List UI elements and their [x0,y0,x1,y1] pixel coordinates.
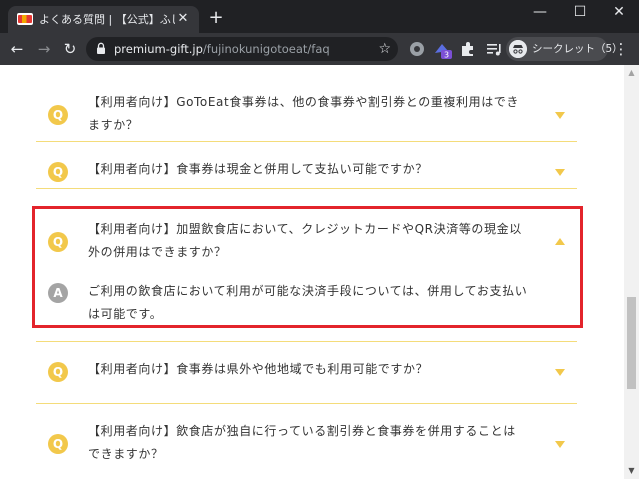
maximize-button[interactable]: ☐ [560,0,600,26]
q-badge: Q [48,362,68,382]
reload-button[interactable]: ↻ [60,39,80,59]
url-host: premium-gift.jp [114,42,203,56]
chevron-down-icon[interactable] [555,112,565,119]
faq-question: 【利用者向け】食事券は県外や他地域でも利用可能ですか？ [88,362,429,376]
faq-question: 【利用者向け】飲食店が独自に行っている割引券と食事券を併用することはできますか？ [88,424,516,461]
browser-menu-button[interactable]: ⋮ [613,39,629,59]
faq-item-expanded[interactable]: Q 【利用者向け】加盟飲食店において、クレジットカードやQR決済等の現金以外の併… [48,218,588,266]
incognito-icon [509,40,527,58]
chevron-down-icon[interactable] [555,169,565,176]
faq-divider [36,141,577,142]
extension-badge-icon[interactable]: 3 [432,39,452,59]
q-badge: Q [48,232,68,252]
url-path: /fujinokunigotoeat/faq [202,42,330,56]
chevron-down-icon[interactable] [555,441,565,448]
forward-button[interactable]: → [34,39,54,59]
faq-question: 【利用者向け】加盟飲食店において、クレジットカードやQR決済等の現金以外の併用は… [88,222,522,259]
faq-item[interactable]: Q 【利用者向け】食事券は県外や他地域でも利用可能ですか？ [48,358,588,386]
faq-question: 【利用者向け】GoToEat食事券は、他の食事券や割引券との重複利用はできますか… [88,95,519,132]
address-bar[interactable]: premium-gift.jp/fujinokunigotoeat/faq ☆ [86,37,398,61]
faq-divider [36,188,577,189]
close-window-button[interactable]: ✕ [599,0,639,26]
chevron-up-icon[interactable] [555,238,565,245]
browser-titlebar: よくある質問 | 【公式】ふじのくに静岡 ✕ + — ☐ ✕ [0,0,639,33]
faq-question: 【利用者向け】食事券は現金と併用して支払い可能ですか？ [88,162,428,176]
tab-title: よくある質問 | 【公式】ふじのくに静岡 [39,13,175,26]
back-button[interactable]: ← [7,39,27,59]
faq-answer: A ご利用の飲食店において利用が可能な決済手段については、併用してお支払いは可能… [48,280,588,326]
faq-item[interactable]: Q 【利用者向け】飲食店が独自に行っている割引券と食事券を併用することはできます… [48,420,588,470]
browser-tab[interactable]: よくある質問 | 【公式】ふじのくに静岡 ✕ [8,6,199,33]
faq-item[interactable]: Q 【利用者向け】GoToEat食事券は、他の食事券や割引券との重複利用はできま… [48,91,588,141]
incognito-label: シークレット（5） [532,43,623,55]
tab-close-button[interactable]: ✕ [175,11,191,27]
minimize-button[interactable]: — [520,0,560,26]
q-badge: Q [48,162,68,182]
puzzle-icon[interactable] [458,39,478,59]
faq-item[interactable]: Q 【利用者向け】食事券は現金と併用して支払い可能ですか？ [48,158,588,186]
chevron-down-icon[interactable] [555,369,565,376]
scroll-up-arrow[interactable]: ▲ [624,67,639,79]
lock-icon[interactable] [96,42,106,55]
q-badge: Q [48,105,68,125]
media-icon[interactable] [484,39,504,59]
scrollbar-thumb[interactable] [627,297,636,389]
favicon-icon [17,13,33,25]
url-text[interactable]: premium-gift.jp/fujinokunigotoeat/faq [114,42,330,56]
incognito-indicator[interactable]: シークレット（5） [506,37,623,61]
faq-answer-text: ご利用の飲食店において利用が可能な決済手段については、併用してお支払いは可能です… [88,284,528,321]
extension-icon[interactable] [407,39,427,59]
new-tab-button[interactable]: + [206,8,226,28]
star-icon[interactable]: ☆ [378,40,391,58]
scroll-down-arrow[interactable]: ▼ [624,465,639,477]
browser-toolbar: ← → ↻ premium-gift.jp/fujinokunigotoeat/… [0,33,639,65]
a-badge: A [48,283,68,303]
faq-page: Q 【利用者向け】GoToEat食事券は、他の食事券や割引券との重複利用はできま… [0,65,624,479]
q-badge: Q [48,434,68,454]
faq-divider [36,403,577,404]
faq-divider [36,341,577,342]
page-scrollbar[interactable]: ▲ ▼ [624,65,639,479]
extension-badge-count: 3 [444,51,449,60]
